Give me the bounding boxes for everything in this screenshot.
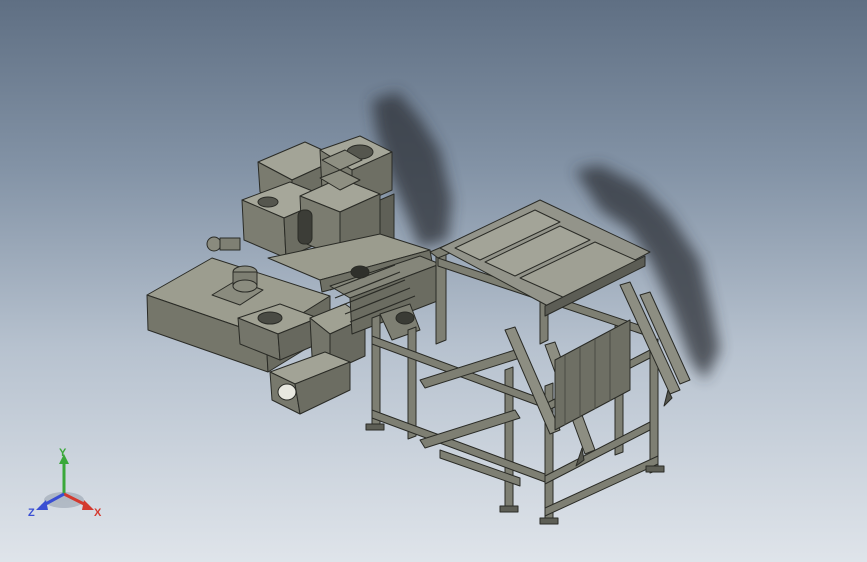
x-axis-head <box>82 500 94 510</box>
cad-model-scene[interactable] <box>0 0 867 562</box>
y-axis-label: Y <box>59 448 67 459</box>
z-axis-label: Z <box>28 507 35 519</box>
x-axis-label: X <box>94 507 102 519</box>
z-axis-head <box>36 500 48 510</box>
view-orientation-triad[interactable]: Y X Z <box>28 448 106 524</box>
graphics-viewport[interactable]: Y X Z <box>0 0 867 562</box>
